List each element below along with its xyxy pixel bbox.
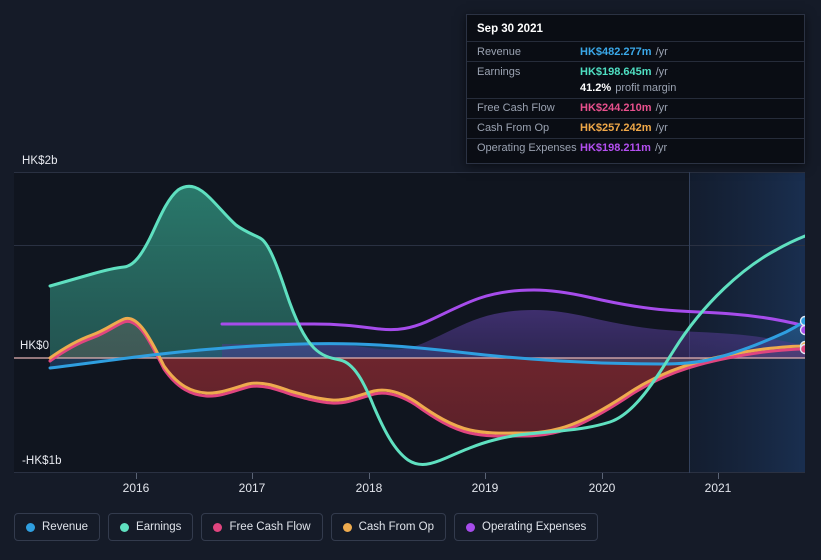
cash-from-op-color-dot-icon [342, 522, 352, 532]
x-axis: 2016 2017 2018 2019 2020 2021 [0, 473, 821, 507]
tooltip-value-cash-from-op: HK$257.242m [580, 122, 652, 134]
tooltip-row-profit-margin: 41.2% profit margin [467, 81, 804, 98]
x-tick [369, 473, 370, 479]
tooltip-label-cash-from-op: Cash From Op [477, 122, 550, 134]
tooltip-unit-cash-from-op: /yr [655, 122, 668, 134]
tooltip-row-operating-expenses: Operating Expenses HK$198.211m /yr [467, 137, 804, 158]
tooltip-value-operating-expenses: HK$198.211m [580, 142, 651, 154]
free-cash-flow-color-dot-icon [213, 522, 223, 532]
x-axis-label-2018: 2018 [355, 481, 383, 495]
x-axis-label-2020: 2020 [588, 481, 616, 495]
tooltip-row-earnings: Earnings HK$198.645m /yr [467, 61, 804, 81]
legend-label-cash-from-op: Cash From Op [358, 521, 435, 533]
x-tick [252, 473, 253, 479]
chart-svg [14, 172, 805, 473]
x-axis-label-2021: 2021 [704, 481, 732, 495]
tooltip-unit-revenue: /yr [655, 45, 668, 58]
operating-expenses-color-dot-icon [466, 522, 476, 532]
tooltip-label-earnings: Earnings [477, 65, 521, 78]
legend-item-cash-from-op[interactable]: Cash From Op [330, 513, 447, 541]
tooltip-row-revenue: Revenue HK$482.277m /yr [467, 41, 804, 61]
operating-expenses-endpoint-marker [799, 324, 805, 336]
chart-legend: Revenue Earnings Free Cash Flow Cash Fro… [14, 513, 599, 541]
tooltip-label-operating-expenses: Operating Expenses [477, 142, 577, 154]
tooltip-unit-free-cash-flow: /yr [655, 102, 668, 114]
tooltip-label-revenue: Revenue [477, 45, 522, 58]
legend-item-revenue[interactable]: Revenue [14, 513, 101, 541]
tooltip-unit-earnings: /yr [655, 65, 668, 78]
tooltip-value-free-cash-flow: HK$244.210m [580, 102, 652, 114]
tooltip-row-free-cash-flow: Free Cash Flow HK$244.210m /yr [467, 97, 804, 118]
tooltip-unit-operating-expenses: /yr [654, 142, 668, 154]
legend-label-revenue: Revenue [42, 521, 89, 533]
revenue-color-dot-icon [26, 522, 35, 532]
earnings-color-dot-icon [120, 522, 130, 532]
tooltip-value-earnings: HK$198.645m [580, 65, 652, 78]
x-tick [136, 473, 137, 479]
y-axis-label-bottom: -HK$1b [22, 455, 62, 467]
x-tick [602, 473, 603, 479]
x-axis-label-2016: 2016 [122, 481, 150, 495]
legend-label-earnings: Earnings [136, 521, 182, 533]
chart-plot-area[interactable] [14, 172, 805, 473]
x-tick [718, 473, 719, 479]
tooltip-text-profit-margin: profit margin [615, 82, 677, 94]
data-tooltip: Sep 30 2021 Revenue HK$482.277m /yr Earn… [466, 14, 805, 164]
financial-performance-chart: HK$2b HK$0 -HK$1b 2016 2017 2018 2019 20… [0, 0, 821, 560]
y-axis-label-top: HK$2b [22, 155, 58, 167]
free-cash-flow-endpoint-marker [799, 343, 805, 355]
legend-item-free-cash-flow[interactable]: Free Cash Flow [201, 513, 323, 541]
tooltip-label-free-cash-flow: Free Cash Flow [477, 102, 555, 114]
tooltip-value-revenue: HK$482.277m [580, 45, 652, 58]
x-tick [485, 473, 486, 479]
legend-item-operating-expenses[interactable]: Operating Expenses [454, 513, 599, 541]
x-axis-label-2017: 2017 [238, 481, 266, 495]
tooltip-row-cash-from-op: Cash From Op HK$257.242m /yr [467, 117, 804, 138]
y-axis-label-zero: HK$0 [20, 340, 50, 352]
legend-label-free-cash-flow: Free Cash Flow [229, 521, 311, 533]
revenue-endpoint-marker [799, 315, 805, 327]
tooltip-value-profit-margin: 41.2% [580, 82, 612, 94]
legend-label-operating-expenses: Operating Expenses [482, 521, 587, 533]
legend-item-earnings[interactable]: Earnings [108, 513, 194, 541]
x-axis-label-2019: 2019 [471, 481, 499, 495]
tooltip-date: Sep 30 2021 [477, 23, 543, 35]
